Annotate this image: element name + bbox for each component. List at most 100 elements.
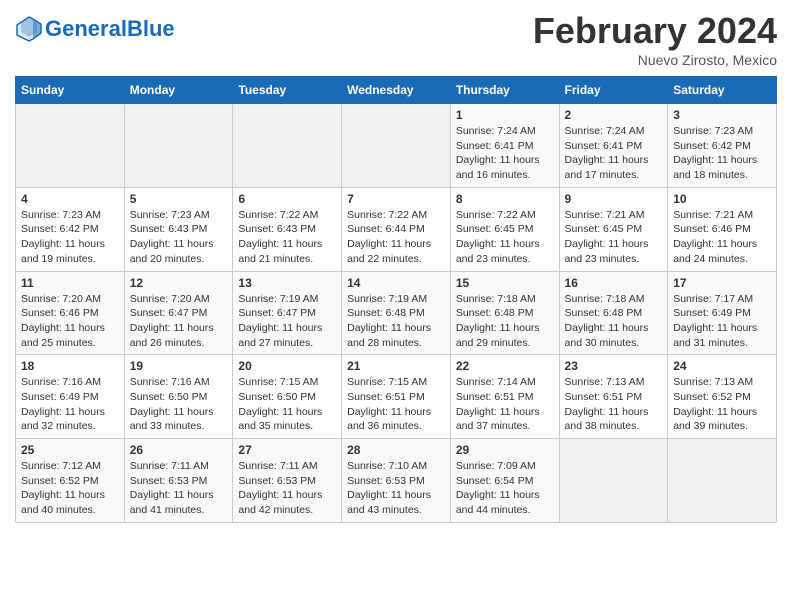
calendar-cell: 28 Sunrise: 7:10 AMSunset: 6:53 PMDayligh…	[342, 439, 451, 523]
calendar-cell: 10 Sunrise: 7:21 AMSunset: 6:46 PMDayligh…	[668, 187, 777, 271]
day-info: Sunrise: 7:24 AMSunset: 6:41 PMDaylight:…	[456, 124, 554, 183]
day-number: 10	[673, 192, 771, 206]
logo: GeneralBlue	[15, 15, 175, 43]
day-info: Sunrise: 7:10 AMSunset: 6:53 PMDaylight:…	[347, 459, 445, 518]
month-title: February 2024	[533, 10, 777, 52]
calendar-cell: 18 Sunrise: 7:16 AMSunset: 6:49 PMDayligh…	[16, 355, 125, 439]
logo-icon	[15, 15, 43, 43]
location: Nuevo Zirosto, Mexico	[533, 52, 777, 68]
calendar-cell: 17 Sunrise: 7:17 AMSunset: 6:49 PMDayligh…	[668, 271, 777, 355]
day-number: 23	[565, 359, 663, 373]
day-info: Sunrise: 7:21 AMSunset: 6:46 PMDaylight:…	[673, 208, 771, 267]
day-info: Sunrise: 7:13 AMSunset: 6:51 PMDaylight:…	[565, 375, 663, 434]
weekday-header-friday: Friday	[559, 77, 668, 104]
calendar-cell	[559, 439, 668, 523]
weekday-header-wednesday: Wednesday	[342, 77, 451, 104]
day-info: Sunrise: 7:19 AMSunset: 6:48 PMDaylight:…	[347, 292, 445, 351]
calendar-cell: 15 Sunrise: 7:18 AMSunset: 6:48 PMDayligh…	[450, 271, 559, 355]
day-info: Sunrise: 7:17 AMSunset: 6:49 PMDaylight:…	[673, 292, 771, 351]
day-info: Sunrise: 7:18 AMSunset: 6:48 PMDaylight:…	[456, 292, 554, 351]
day-info: Sunrise: 7:22 AMSunset: 6:44 PMDaylight:…	[347, 208, 445, 267]
day-number: 27	[238, 443, 336, 457]
day-info: Sunrise: 7:15 AMSunset: 6:50 PMDaylight:…	[238, 375, 336, 434]
logo-text-blue: Blue	[127, 16, 175, 41]
weekday-header-saturday: Saturday	[668, 77, 777, 104]
day-info: Sunrise: 7:20 AMSunset: 6:46 PMDaylight:…	[21, 292, 119, 351]
day-number: 15	[456, 276, 554, 290]
day-info: Sunrise: 7:21 AMSunset: 6:45 PMDaylight:…	[565, 208, 663, 267]
day-number: 12	[130, 276, 228, 290]
weekday-header-monday: Monday	[124, 77, 233, 104]
calendar-cell: 5Sunrise: 7:23 AMSunset: 6:43 PMDaylight…	[124, 187, 233, 271]
day-number: 18	[21, 359, 119, 373]
calendar-cell: 3Sunrise: 7:23 AMSunset: 6:42 PMDaylight…	[668, 104, 777, 188]
day-info: Sunrise: 7:18 AMSunset: 6:48 PMDaylight:…	[565, 292, 663, 351]
calendar-cell	[342, 104, 451, 188]
day-number: 19	[130, 359, 228, 373]
day-number: 16	[565, 276, 663, 290]
day-number: 17	[673, 276, 771, 290]
day-number: 9	[565, 192, 663, 206]
calendar-cell: 8 Sunrise: 7:22 AMSunset: 6:45 PMDaylight…	[450, 187, 559, 271]
calendar-week-2: 4 Sunrise: 7:23 AMSunset: 6:42 PMDaylight…	[16, 187, 777, 271]
day-info: Sunrise: 7:14 AMSunset: 6:51 PMDaylight:…	[456, 375, 554, 434]
calendar-cell: 9 Sunrise: 7:21 AMSunset: 6:45 PMDaylight…	[559, 187, 668, 271]
calendar-cell	[124, 104, 233, 188]
logo-text: GeneralBlue	[45, 16, 175, 42]
day-info: Sunrise: 7:22 AMSunset: 6:45 PMDaylight:…	[456, 208, 554, 267]
day-number: 2	[565, 108, 663, 122]
calendar-cell: 25 Sunrise: 7:12 AMSunset: 6:52 PMDayligh…	[16, 439, 125, 523]
day-number: 14	[347, 276, 445, 290]
day-number: 20	[238, 359, 336, 373]
day-info: Sunrise: 7:15 AMSunset: 6:51 PMDaylight:…	[347, 375, 445, 434]
weekday-header-sunday: Sunday	[16, 77, 125, 104]
day-number: 3	[673, 108, 771, 122]
day-number: 21	[347, 359, 445, 373]
weekday-header-tuesday: Tuesday	[233, 77, 342, 104]
logo-text-general: General	[45, 16, 127, 41]
day-number: 4	[21, 192, 119, 206]
day-number: 25	[21, 443, 119, 457]
weekday-header-thursday: Thursday	[450, 77, 559, 104]
day-info: Sunrise: 7:20 AMSunset: 6:47 PMDaylight:…	[130, 292, 228, 351]
calendar-cell: 29 Sunrise: 7:09 AMSunset: 6:54 PMDayligh…	[450, 439, 559, 523]
calendar-week-1: 1Sunrise: 7:24 AMSunset: 6:41 PMDaylight…	[16, 104, 777, 188]
day-info: Sunrise: 7:11 AMSunset: 6:53 PMDaylight:…	[130, 459, 228, 518]
day-info: Sunrise: 7:09 AMSunset: 6:54 PMDaylight:…	[456, 459, 554, 518]
calendar-cell: 21 Sunrise: 7:15 AMSunset: 6:51 PMDayligh…	[342, 355, 451, 439]
calendar-cell: 19 Sunrise: 7:16 AMSunset: 6:50 PMDayligh…	[124, 355, 233, 439]
calendar-cell: 1Sunrise: 7:24 AMSunset: 6:41 PMDaylight…	[450, 104, 559, 188]
day-info: Sunrise: 7:12 AMSunset: 6:52 PMDaylight:…	[21, 459, 119, 518]
day-info: Sunrise: 7:22 AMSunset: 6:43 PMDaylight:…	[238, 208, 336, 267]
calendar-cell	[668, 439, 777, 523]
calendar-cell: 2 Sunrise: 7:24 AMSunset: 6:41 PMDaylight…	[559, 104, 668, 188]
calendar-cell: 14 Sunrise: 7:19 AMSunset: 6:48 PMDayligh…	[342, 271, 451, 355]
calendar-cell: 24Sunrise: 7:13 AMSunset: 6:52 PMDayligh…	[668, 355, 777, 439]
day-info: Sunrise: 7:16 AMSunset: 6:50 PMDaylight:…	[130, 375, 228, 434]
day-number: 26	[130, 443, 228, 457]
day-number: 13	[238, 276, 336, 290]
calendar-cell: 11 Sunrise: 7:20 AMSunset: 6:46 PMDayligh…	[16, 271, 125, 355]
calendar-cell	[16, 104, 125, 188]
calendar-cell: 26 Sunrise: 7:11 AMSunset: 6:53 PMDayligh…	[124, 439, 233, 523]
day-number: 29	[456, 443, 554, 457]
calendar-cell: 23 Sunrise: 7:13 AMSunset: 6:51 PMDayligh…	[559, 355, 668, 439]
calendar-cell: 12 Sunrise: 7:20 AMSunset: 6:47 PMDayligh…	[124, 271, 233, 355]
calendar-cell: 16 Sunrise: 7:18 AMSunset: 6:48 PMDayligh…	[559, 271, 668, 355]
day-info: Sunrise: 7:11 AMSunset: 6:53 PMDaylight:…	[238, 459, 336, 518]
day-number: 28	[347, 443, 445, 457]
day-number: 6	[238, 192, 336, 206]
day-info: Sunrise: 7:23 AMSunset: 6:42 PMDaylight:…	[21, 208, 119, 267]
calendar-week-3: 11 Sunrise: 7:20 AMSunset: 6:46 PMDayligh…	[16, 271, 777, 355]
day-number: 11	[21, 276, 119, 290]
day-info: Sunrise: 7:16 AMSunset: 6:49 PMDaylight:…	[21, 375, 119, 434]
calendar-cell: 4 Sunrise: 7:23 AMSunset: 6:42 PMDaylight…	[16, 187, 125, 271]
day-number: 8	[456, 192, 554, 206]
day-number: 22	[456, 359, 554, 373]
calendar-cell: 27 Sunrise: 7:11 AMSunset: 6:53 PMDayligh…	[233, 439, 342, 523]
day-number: 5	[130, 192, 228, 206]
header: GeneralBlue February 2024 Nuevo Zirosto,…	[15, 10, 777, 68]
calendar-cell: 7Sunrise: 7:22 AMSunset: 6:44 PMDaylight…	[342, 187, 451, 271]
calendar-week-5: 25 Sunrise: 7:12 AMSunset: 6:52 PMDayligh…	[16, 439, 777, 523]
day-info: Sunrise: 7:24 AMSunset: 6:41 PMDaylight:…	[565, 124, 663, 183]
